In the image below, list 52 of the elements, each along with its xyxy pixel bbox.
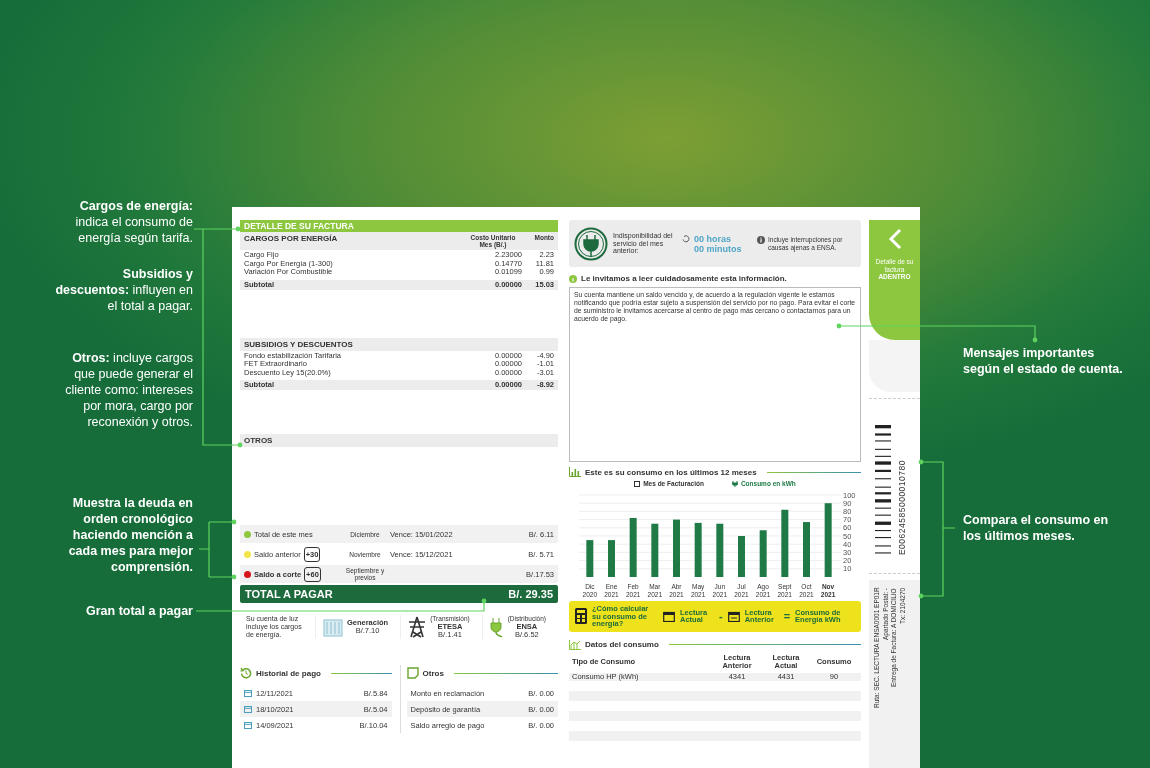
- section-title: CARGOS POR ENERGÍA: [244, 234, 339, 243]
- annotation-text: Cargos de energía: indica el consumo de energía según tarifa.: [74, 198, 193, 246]
- info-icon: [569, 274, 577, 283]
- chart-bar: [716, 523, 724, 577]
- chart-bar: [608, 540, 615, 577]
- info-icon: [757, 236, 765, 244]
- calendar-icon: [244, 705, 252, 713]
- formula-operator: =: [783, 612, 791, 620]
- history-icon: [682, 234, 690, 243]
- annotation-text: Compara el consumo en los últimos meses.: [963, 512, 1110, 544]
- chart-bar: [759, 530, 767, 577]
- chart-bar: [781, 509, 789, 577]
- annotation-text: Muestra la deuda en orden cronológico haciendo mención a cada mes para mejor comprensión.: [67, 495, 193, 575]
- barcode-number: E00624585000010780: [897, 459, 907, 555]
- chart-bar: [803, 522, 810, 577]
- chart-bar: [673, 519, 680, 577]
- annotation-text: Mensajes importantes según el estado de cuenta.: [963, 345, 1123, 377]
- leader-line: [198, 519, 237, 580]
- total-amount: B/. 29.35: [508, 588, 553, 600]
- notice-heading: Le invitamos a leer cuidadosamente esta información.: [581, 274, 787, 283]
- note-icon: [406, 667, 419, 679]
- table-title: Datos del consumo: [585, 640, 659, 649]
- building-icon: [321, 616, 344, 638]
- chevron-left-icon: [887, 228, 902, 250]
- outage-hours: 00 horas: [694, 233, 732, 244]
- chart-bar: [694, 522, 702, 577]
- list-title: Historial de pago: [256, 668, 321, 678]
- annotation-text: Gran total a pagar: [85, 603, 193, 619]
- section-header: DETALLE DE SU FACTURA: [240, 220, 558, 232]
- section-title: SUBSIDIOS Y DESCUENTOS: [244, 339, 354, 349]
- section-title: OTROS: [244, 436, 274, 445]
- bar-chart-icon: [569, 467, 581, 477]
- calendar-icon: [244, 689, 252, 697]
- calculator-icon: [575, 608, 587, 625]
- calendar-icon: [244, 721, 252, 729]
- chart-bar: [738, 536, 745, 577]
- total-label: TOTAL A PAGAR: [245, 588, 333, 600]
- annotation-text: Otros: incluye cargos que puede generar el cliente como: intereses por mora, cargo por reconexión y otros.: [64, 350, 193, 430]
- annotation-text: Subsidios y descuentos: influyen en el total a pagar.: [54, 266, 193, 314]
- bar-chart-icon: [569, 639, 581, 650]
- power-tower-icon: [407, 616, 428, 638]
- calendar-icon: [663, 610, 675, 622]
- history-icon: [240, 667, 252, 679]
- calendar-icon: [727, 610, 740, 622]
- chart-bar: [651, 523, 659, 577]
- chart-bar: [586, 540, 594, 577]
- chart-bar: [629, 517, 637, 577]
- calendar-icon: [634, 480, 641, 487]
- formula-operator: -: [719, 612, 723, 620]
- chart-title: Este es su consumo en los últimos 12 meses: [585, 467, 757, 477]
- list-title: Otros: [422, 668, 444, 678]
- outage-minutes: 00 minutos: [693, 243, 743, 254]
